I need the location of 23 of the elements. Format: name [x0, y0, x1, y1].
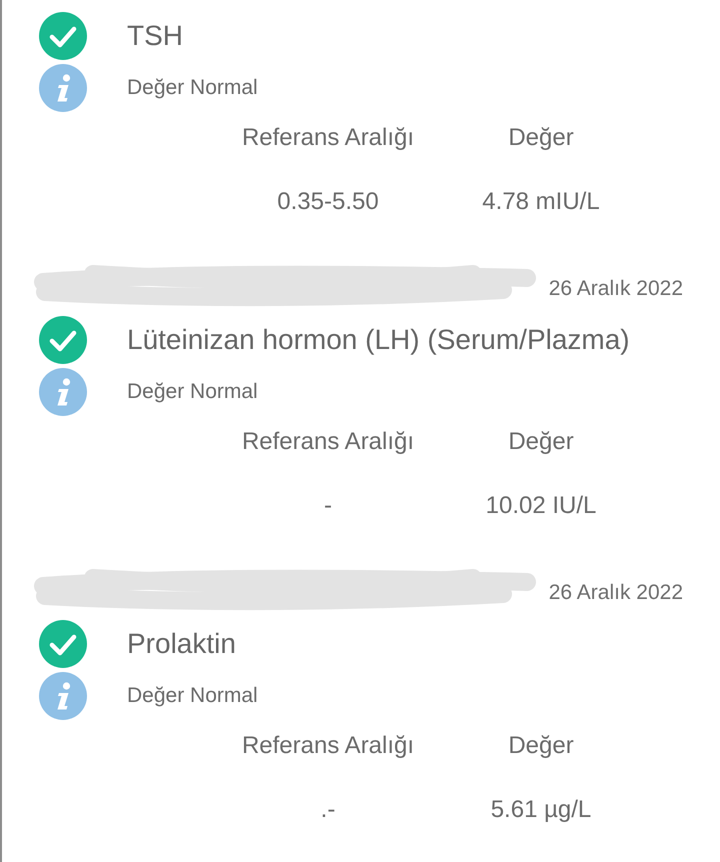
test-name: TSH: [127, 20, 183, 52]
result-note: Değer Normal: [127, 380, 258, 404]
test-name: Prolaktin: [127, 628, 236, 660]
column-header: Referans Aralığı: [242, 732, 414, 760]
result-note: Değer Normal: [127, 684, 258, 708]
result-value: 10.02 IU/L: [486, 492, 596, 520]
result-note: Değer Normal: [127, 76, 258, 100]
column-header: Değer: [508, 732, 574, 760]
result-value: 4.78 mIU/L: [482, 188, 600, 216]
column-header: Değer: [508, 428, 574, 456]
column-header: Değer: [508, 124, 574, 152]
reference-range: -: [324, 492, 332, 520]
info-icon[interactable]: [39, 368, 87, 416]
test-name: Lüteinizan hormon (LH) (Serum/Plazma): [127, 324, 630, 356]
column-header: Referans Aralığı: [242, 428, 414, 456]
result-date: 26 Aralık 2022: [548, 581, 683, 605]
result-value: 5.61 µg/L: [490, 796, 592, 824]
column-header: Referans Aralığı: [242, 124, 414, 152]
reference-range: 0.35-5.50: [277, 188, 379, 216]
result-date: 26 Aralık 2022: [548, 277, 683, 301]
reference-range: .-: [320, 796, 336, 824]
info-icon[interactable]: [39, 64, 87, 112]
info-icon[interactable]: [39, 672, 87, 720]
